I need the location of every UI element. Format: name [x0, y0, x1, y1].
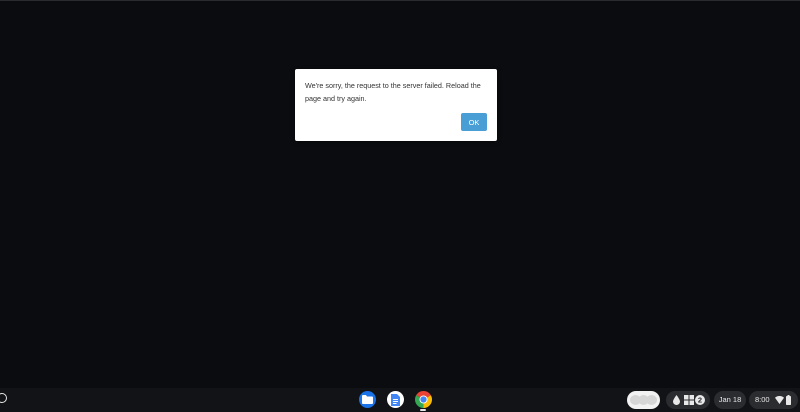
- wifi-icon: [775, 396, 784, 404]
- droplet-icon: [673, 395, 680, 405]
- obscured-tray-item[interactable]: [627, 391, 660, 409]
- window-top-edge: [0, 0, 800, 1]
- notification-count-icon: 2: [695, 395, 705, 405]
- clipboard-grid-icon: [684, 395, 694, 405]
- notification-count: 2: [698, 396, 702, 405]
- date-display[interactable]: Jan 18: [714, 391, 746, 409]
- chrome-app-icon[interactable]: [415, 391, 432, 408]
- folder-icon: [362, 395, 373, 404]
- error-message: We're sorry, the request to the server f…: [305, 81, 481, 103]
- battery-icon: [786, 395, 791, 405]
- ok-button[interactable]: OK: [461, 113, 487, 131]
- document-icon: [391, 393, 400, 406]
- chrome-logo-icon: [415, 391, 432, 408]
- files-app-icon[interactable]: [359, 391, 376, 408]
- desktop: We're sorry, the request to the server f…: [0, 0, 800, 412]
- quick-settings[interactable]: 8:00: [749, 391, 798, 409]
- time-display: 8:00: [755, 395, 770, 404]
- status-tray[interactable]: 2: [666, 391, 710, 409]
- chrome-running-indicator: [420, 409, 426, 411]
- launcher-button[interactable]: [0, 393, 7, 403]
- blurred-icon: [646, 395, 657, 405]
- docs-app-icon[interactable]: [387, 391, 404, 408]
- shelf: 2 Jan 18 8:00: [0, 388, 800, 412]
